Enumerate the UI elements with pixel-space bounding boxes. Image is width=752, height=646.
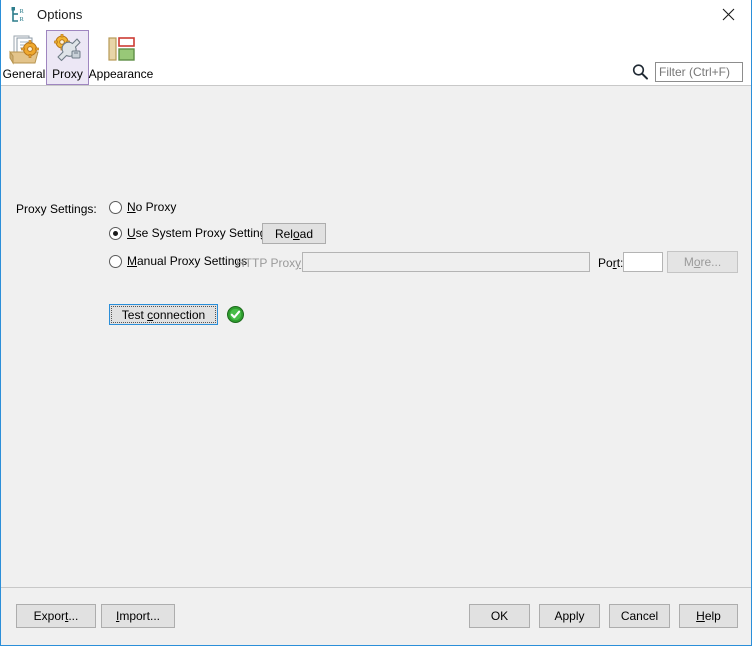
toolbar: General Proxy Appearance Filter (Ctrl+F) [1, 29, 751, 86]
label-pre: Rel [274, 226, 293, 241]
filter-area [631, 62, 743, 82]
svg-text:R: R [20, 16, 25, 23]
content-pane: Proxy Settings: No Proxy Use System Prox… [1, 87, 751, 585]
check-circle-green-icon [227, 306, 244, 323]
layout-blocks-icon [104, 34, 138, 66]
radio-use-system-proxy-settings-label: Use System Proxy Settings [127, 226, 272, 240]
radio-row-manual-proxy-settings[interactable]: Manual Proxy Settings [109, 254, 247, 268]
title-bar: R R Options [1, 0, 751, 29]
label-rest: anual Proxy Settings [137, 254, 248, 268]
search-icon [631, 63, 649, 81]
radio-manual-proxy-settings-label: Manual Proxy Settings [127, 254, 247, 268]
label-pre: Po [598, 256, 613, 270]
tab-appearance-label: Appearance [88, 67, 154, 81]
radio-row-use-system-proxy-settings[interactable]: Use System Proxy Settings [109, 226, 272, 240]
tab-appearance[interactable]: Appearance [88, 30, 154, 85]
radio-manual-proxy-settings[interactable] [109, 254, 122, 268]
search-input[interactable] [655, 62, 743, 82]
label-pre: M [683, 255, 694, 269]
mnemonic-char: M [127, 254, 137, 268]
radio-use-system-proxy-settings[interactable] [109, 226, 122, 240]
tab-proxy[interactable]: Proxy [46, 30, 89, 85]
tab-general-label: General [2, 67, 46, 81]
label-post: mport... [119, 609, 161, 623]
reload-button[interactable]: Rel o ad [262, 223, 326, 244]
tab-general[interactable]: General [2, 30, 46, 85]
label-post: onnection [153, 307, 206, 322]
mnemonic-char: o [292, 226, 300, 241]
mnemonic-char: U [127, 226, 136, 240]
label-post: re... [700, 255, 722, 269]
mnemonic-char: N [127, 200, 136, 214]
radio-no-proxy[interactable] [109, 200, 122, 214]
label-pre: Cancel [620, 609, 659, 623]
cancel-button[interactable]: Cancel [609, 604, 670, 628]
documents-gear-icon [7, 34, 41, 66]
close-icon[interactable] [705, 0, 751, 29]
label-rest: se System Proxy Settings [135, 226, 273, 240]
http-proxy-input[interactable] [302, 252, 590, 272]
mnemonic-char: o [693, 255, 701, 269]
label-post: ad [299, 226, 314, 241]
ok-button[interactable]: OK [469, 604, 530, 628]
label-post: elp [704, 609, 721, 623]
apply-button[interactable]: Apply [539, 604, 600, 628]
test-connection-label: Test connection [122, 308, 205, 322]
more-button[interactable]: Mo re... [667, 251, 738, 273]
label-pre: Test [121, 307, 148, 322]
http-proxy-label: HTTP Proxy: [236, 256, 304, 270]
svg-text:R: R [20, 8, 25, 15]
help-button[interactable]: Help [679, 604, 738, 628]
test-connection-area: Test connection [109, 304, 244, 325]
gear-wrench-icon [51, 33, 85, 66]
hierarchy-tree-icon: R R [10, 6, 28, 24]
radio-row-no-proxy[interactable]: No Proxy [109, 200, 176, 214]
label-pre: OK [490, 609, 509, 623]
import-button[interactable]: Import... [101, 604, 175, 628]
label-pre: Apply [554, 609, 585, 623]
port-input[interactable] [623, 252, 663, 272]
label-pre: HTTP Prox [236, 256, 296, 270]
label-post: ... [68, 609, 79, 623]
options-dialog-window: R R Options General Proxy Appearance Fil… [0, 0, 752, 646]
radio-no-proxy-label: No Proxy [127, 200, 176, 214]
label-rest: o Proxy [135, 200, 177, 214]
footer-button-bar: Expor t... Import... OK Apply Cancel Help [1, 587, 751, 645]
test-connection-button[interactable]: Test connection [109, 304, 218, 325]
proxy-settings-label: Proxy Settings: [16, 202, 97, 216]
label-pre: Expor [33, 609, 65, 623]
export-button[interactable]: Expor t... [16, 604, 96, 628]
port-label: Port: [598, 256, 623, 270]
tab-proxy-label: Proxy [52, 67, 83, 81]
mnemonic-char: H [696, 609, 705, 623]
window-title: Options [37, 7, 83, 22]
